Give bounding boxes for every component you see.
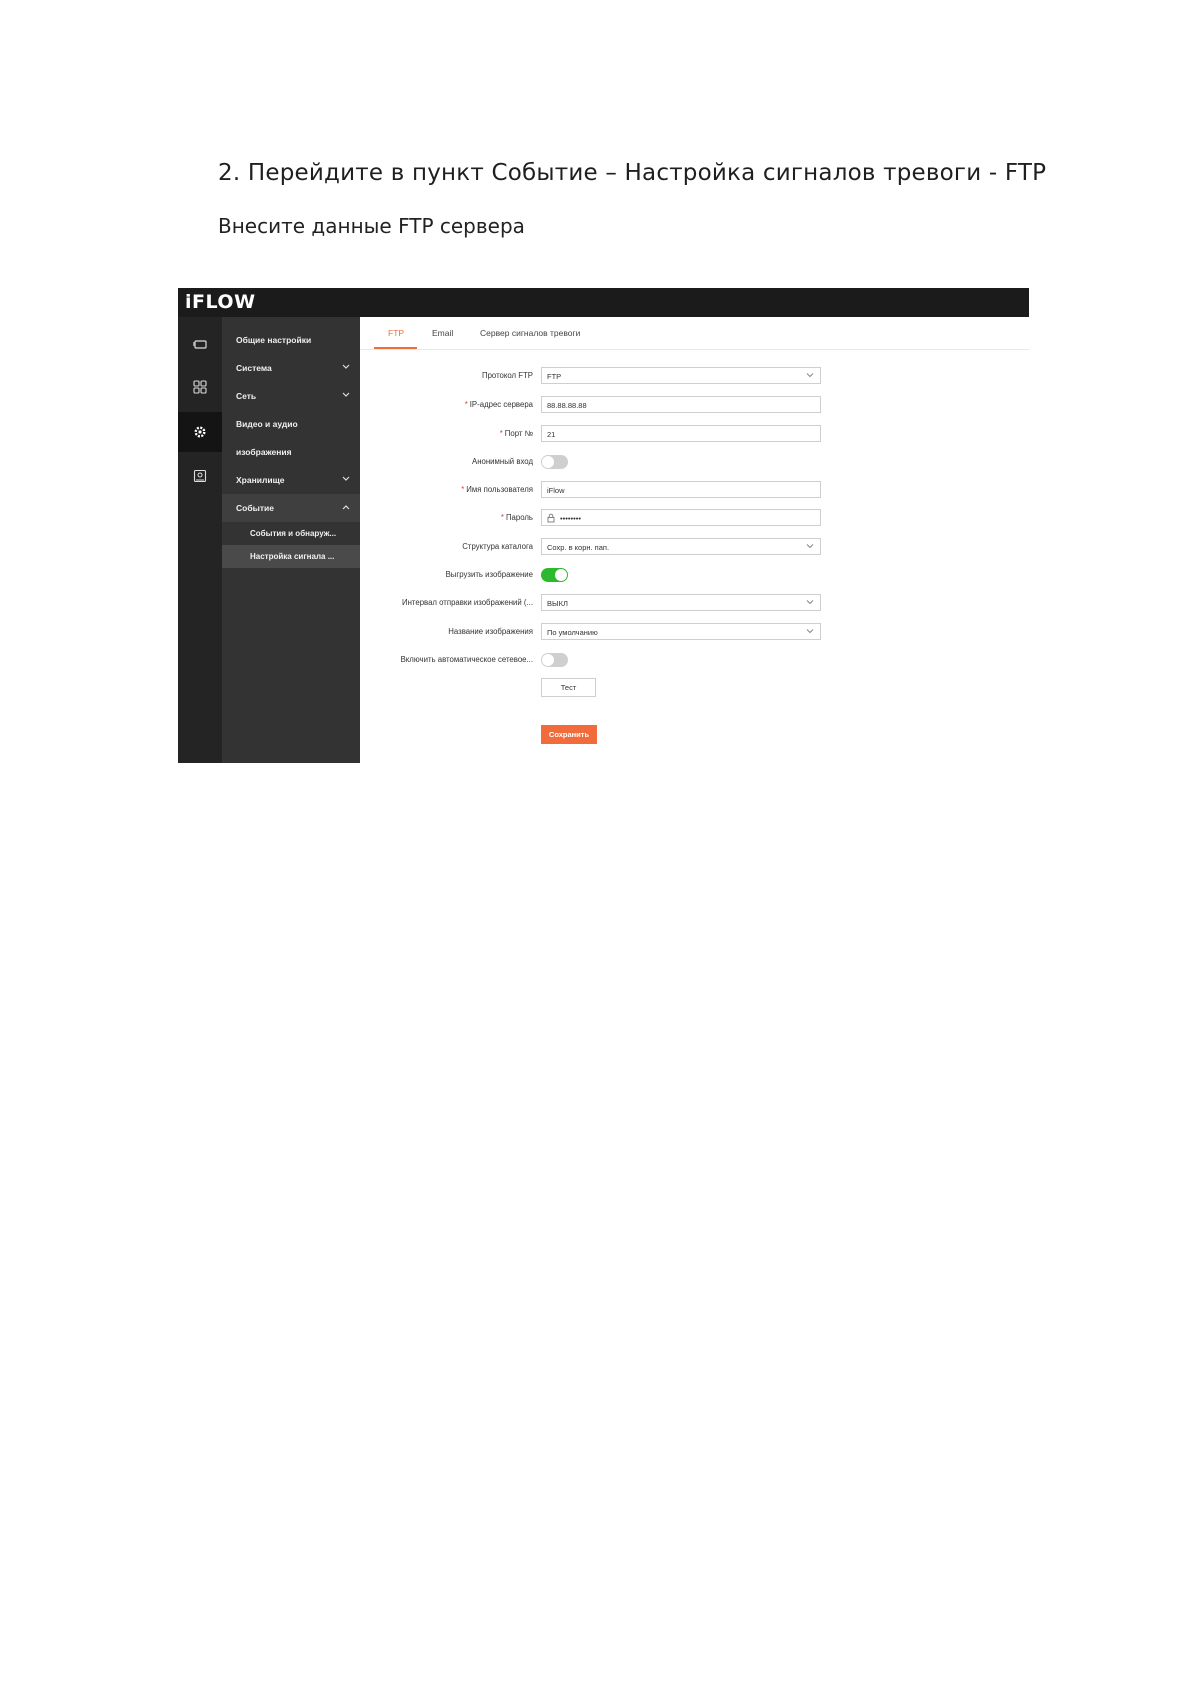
port-input[interactable]: 21: [541, 425, 821, 442]
sidebar-item-storage[interactable]: Хранилище: [222, 466, 360, 494]
dashboard-icon[interactable]: [178, 367, 222, 407]
chevron-down-icon: [806, 544, 814, 549]
row-port: * Порт № 21: [360, 423, 1029, 445]
tab-ftp[interactable]: FTP: [388, 328, 404, 338]
test-button[interactable]: Тест: [541, 678, 596, 697]
protocol-select[interactable]: FTP: [541, 367, 821, 384]
top-bar: iFLOW: [178, 288, 1029, 317]
sidebar-item-system[interactable]: Система: [222, 354, 360, 382]
sidebar-item-general[interactable]: Общие настройки: [222, 326, 360, 354]
logo: iFLOW: [185, 291, 256, 313]
row-password: * Пароль ••••••••: [360, 507, 1029, 529]
sidebar-subitem-event-detection[interactable]: События и обнаруж...: [222, 522, 360, 545]
document-heading: 2. Перейдите в пункт Событие – Настройка…: [218, 160, 1047, 186]
tab-bar: FTP Email Сервер сигналов тревоги: [360, 317, 1029, 350]
main-content: FTP Email Сервер сигналов тревоги Проток…: [360, 317, 1029, 763]
row-upload-interval: Интервал отправки изображений (... ВЫКЛ: [360, 592, 1029, 614]
chevron-down-icon: [806, 629, 814, 634]
sidebar-subitem-alarm-settings[interactable]: Настройка сигнала ...: [222, 545, 360, 568]
tab-alarm-server[interactable]: Сервер сигналов тревоги: [480, 328, 580, 338]
row-upload-image: Выгрузить изображение: [360, 564, 1029, 586]
document-subheading: Внесите данные FTP сервера: [218, 214, 525, 238]
row-anonymous: Анонимный вход: [360, 451, 1029, 473]
password-input[interactable]: ••••••••: [541, 509, 821, 526]
server-ip-input[interactable]: 88.88.88.88: [541, 396, 821, 413]
chevron-down-icon: [342, 392, 350, 397]
chevron-down-icon: [806, 373, 814, 378]
settings-screenshot: iFLOW Общие настройки Система Сеть Видео…: [178, 288, 1029, 763]
row-image-name: Название изображения По умолчанию: [360, 621, 1029, 643]
save-button[interactable]: Сохранить: [541, 725, 597, 744]
row-server-ip: * IP-адрес сервера 88.88.88.88: [360, 394, 1029, 416]
chevron-down-icon: [342, 364, 350, 369]
upload-image-toggle[interactable]: [541, 568, 568, 582]
row-dir-structure: Структура каталога Сохр. в корн. пап.: [360, 536, 1029, 558]
active-tab-indicator: [374, 347, 417, 349]
icon-rail: [178, 317, 222, 763]
auto-network-toggle[interactable]: [541, 653, 568, 667]
sidebar-item-video-audio[interactable]: Видео и аудио изображения: [222, 410, 360, 466]
live-view-icon[interactable]: [178, 325, 222, 365]
chevron-down-icon: [806, 600, 814, 605]
image-search-icon[interactable]: [178, 456, 222, 496]
sidebar-item-network[interactable]: Сеть: [222, 382, 360, 410]
sidebar: Общие настройки Система Сеть Видео и ауд…: [222, 317, 360, 763]
row-auto-network: Включить автоматическое сетевое...: [360, 649, 1029, 671]
lock-icon: [547, 513, 555, 523]
row-protocol: Протокол FTP FTP: [360, 365, 1029, 387]
dir-structure-select[interactable]: Сохр. в корн. пап.: [541, 538, 821, 555]
anonymous-login-toggle[interactable]: [541, 455, 568, 469]
chevron-down-icon: [342, 476, 350, 481]
upload-interval-select[interactable]: ВЫКЛ: [541, 594, 821, 611]
image-name-select[interactable]: По умолчанию: [541, 623, 821, 640]
sidebar-item-event[interactable]: Событие: [222, 494, 360, 522]
row-username: * Имя пользователя iFlow: [360, 479, 1029, 501]
tab-email[interactable]: Email: [432, 328, 453, 338]
settings-gear-icon[interactable]: [178, 412, 222, 452]
chevron-up-icon: [342, 505, 350, 510]
username-input[interactable]: iFlow: [541, 481, 821, 498]
